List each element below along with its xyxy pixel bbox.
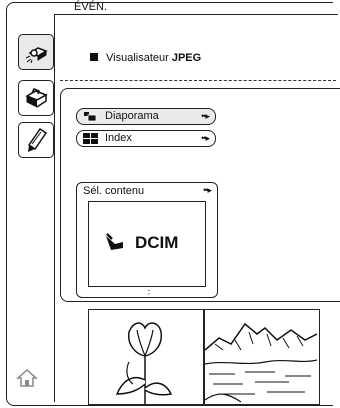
pencil-icon — [27, 127, 48, 152]
menu-item-diaporama[interactable]: Diaporama ••▸ — [76, 108, 216, 125]
chevron-right-icon: ••▸ — [203, 185, 212, 195]
header-divider — [54, 14, 338, 15]
landscape-thumbnail[interactable] — [205, 310, 317, 404]
folder-label: DCIM — [135, 233, 179, 252]
chevron-right-icon: ••▸ — [201, 111, 210, 121]
bullet-square-icon — [90, 53, 98, 62]
menu-item-index[interactable]: Index ••▸ — [76, 130, 216, 147]
thumbnail-strip — [88, 309, 320, 405]
page-title: ÉVÉN. — [74, 1, 108, 13]
heading-prefix: Visualisateur — [106, 52, 172, 64]
tab-pencil[interactable] — [18, 122, 54, 158]
dashed-divider — [60, 80, 336, 81]
tulip-thumbnail[interactable] — [89, 310, 203, 404]
home-icon[interactable] — [16, 368, 38, 388]
heading-format: JPEG — [171, 52, 202, 64]
viewer-heading: Visualisateur JPEG — [90, 52, 201, 64]
menu-item-label: Index — [105, 132, 132, 144]
dcim-folder[interactable]: DCIM — [88, 201, 206, 287]
content-select-label: Sél. contenu — [83, 185, 145, 197]
index-grid-icon — [83, 133, 98, 144]
chevron-right-icon: ••▸ — [201, 133, 210, 143]
sidebar-divider — [54, 14, 55, 402]
menu-item-label: Diaporama — [105, 110, 159, 122]
slideshow-icon — [84, 112, 97, 122]
tab-viewer[interactable] — [18, 34, 54, 70]
tab-toolbox[interactable] — [18, 80, 54, 116]
folder-arrow-icon — [106, 233, 123, 250]
camera-projector-icon — [25, 47, 48, 64]
toolbox-icon — [25, 88, 48, 108]
more-indicator: ⋮ — [144, 289, 154, 300]
